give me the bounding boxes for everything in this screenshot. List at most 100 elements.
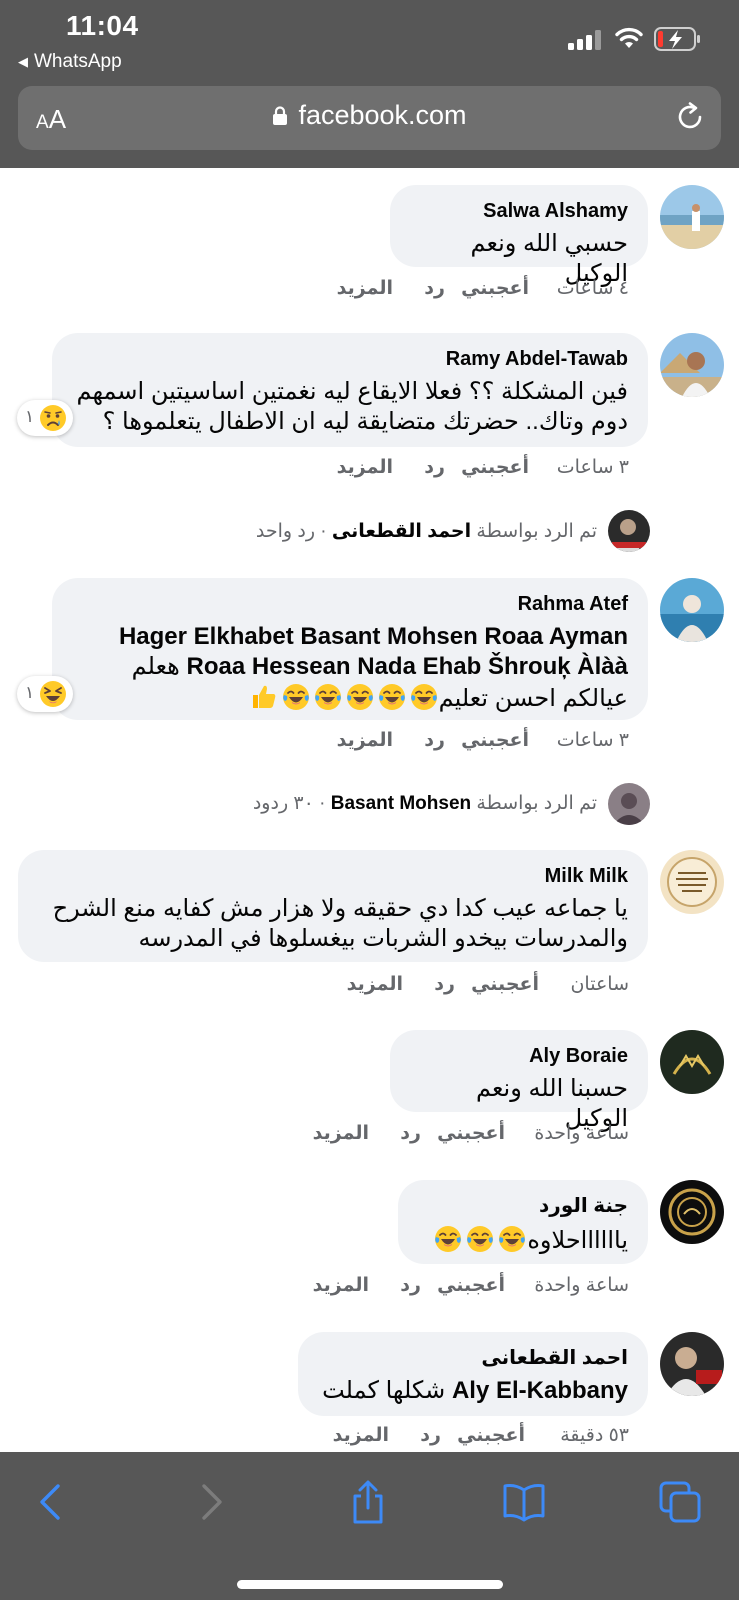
comment-text: يااااااحلاوه <box>527 1227 628 1254</box>
comment-author[interactable]: Aly Boraie <box>410 1044 628 1068</box>
laughing-crying-emoji-icon <box>313 682 343 712</box>
avatar[interactable] <box>660 1180 724 1244</box>
laughing-face-icon <box>38 679 68 709</box>
bookmarks-icon[interactable] <box>502 1480 546 1524</box>
battery-charging-icon <box>654 27 700 51</box>
avatar[interactable] <box>660 850 724 914</box>
avatar-photo-icon <box>660 185 724 249</box>
avatar-photo-icon <box>660 1180 724 1244</box>
back-to-app-link[interactable]: ◀ WhatsApp <box>18 51 122 73</box>
reload-icon[interactable] <box>675 102 705 132</box>
comment-time: ساعتان <box>570 974 629 995</box>
reply-author: احمد القطعانى <box>331 521 472 542</box>
comment-text-line: فين المشكلة ؟؟ فعلا الايقاع ليه نغمتين ا… <box>76 378 628 405</box>
share-icon[interactable] <box>346 1480 390 1524</box>
back-app-label: WhatsApp <box>34 51 122 72</box>
avatar[interactable] <box>660 333 724 397</box>
url-text: facebook.com <box>298 100 467 130</box>
comment-bubble: Rahma Atef Hager Elkhabet Basant Mohsen … <box>52 578 648 720</box>
reaction-count: ١ <box>25 683 35 702</box>
tagged-names[interactable]: Hager Elkhabet Basant Mohsen Roaa Ayman <box>72 622 628 652</box>
more-button[interactable]: المزيد <box>347 973 403 996</box>
comment-author[interactable]: Rahma Atef <box>72 592 628 616</box>
status-time: 11:04 <box>66 10 139 41</box>
comment-time: ٤ ساعات <box>556 278 629 299</box>
tagged-names[interactable]: Roaa Hessean Nada Ehab Šhrouķ Àlàà <box>187 653 629 680</box>
more-button[interactable]: المزيد <box>337 456 393 479</box>
laughing-crying-emoji-icon <box>345 682 375 712</box>
reply-button[interactable]: رد <box>424 729 445 752</box>
view-replies-link[interactable]: تم الرد بواسطة Basant Mohsen · ٣٠ ردود <box>253 792 597 815</box>
comment-bubble: Salwa Alshamy حسبي الله ونعم الوكيل <box>390 185 648 287</box>
laughing-crying-emoji-icon <box>281 682 311 712</box>
reply-count: · ٣٠ ردود <box>252 793 326 814</box>
laughing-crying-emoji-icon <box>433 1224 463 1254</box>
reply-button[interactable]: رد <box>424 456 445 479</box>
comment-actions: ٣ ساعات أعجبني رد المزيد <box>309 729 629 755</box>
comment-bubble: Ramy Abdel-Tawab فين المشكلة ؟؟ فعلا الا… <box>52 333 648 447</box>
reply-button[interactable]: رد <box>420 1424 441 1447</box>
address-bar[interactable]: AA facebook.com <box>18 86 721 150</box>
reply-avatar <box>608 510 650 552</box>
like-button[interactable]: أعجبني <box>461 729 529 752</box>
tabs-icon[interactable] <box>658 1480 702 1524</box>
comment-author[interactable]: Ramy Abdel-Tawab <box>72 347 628 371</box>
comment-actions: ساعة واحدة أعجبني رد المزيد <box>289 1274 629 1300</box>
like-button[interactable]: أعجبني <box>457 1424 525 1447</box>
reaction-badge[interactable]: ١ <box>17 676 73 712</box>
more-button[interactable]: المزيد <box>337 729 393 752</box>
comment-author[interactable]: جنة الورد <box>418 1194 628 1218</box>
tagged-name[interactable]: Aly El-Kabbany <box>452 1377 628 1404</box>
view-replies-link[interactable]: تم الرد بواسطة احمد القطعانى · رد واحد <box>256 520 597 543</box>
avatar[interactable] <box>660 578 724 642</box>
reply-count: · رد واحد <box>255 521 327 542</box>
like-button[interactable]: أعجبني <box>461 277 529 300</box>
like-button[interactable]: أعجبني <box>437 1122 505 1145</box>
like-button[interactable]: أعجبني <box>437 1274 505 1297</box>
reply-button[interactable]: رد <box>434 973 455 996</box>
comment-bubble: Aly Boraie حسبنا الله ونعم الوكيل <box>390 1030 648 1132</box>
comment-text: شكلها كملت <box>322 1377 446 1404</box>
comment-author[interactable]: Salwa Alshamy <box>410 199 628 223</box>
reply-avatar <box>608 783 650 825</box>
more-button[interactable]: المزيد <box>313 1274 369 1297</box>
comment-actions: ساعة واحدة أعجبني رد المزيد <box>289 1122 629 1148</box>
emoji-row <box>249 682 439 712</box>
wifi-icon <box>615 27 643 48</box>
more-button[interactable]: المزيد <box>337 277 393 300</box>
more-button[interactable]: المزيد <box>333 1424 389 1447</box>
laughing-crying-emoji-icon <box>409 682 439 712</box>
comment-actions: ٣ ساعات أعجبني رد المزيد <box>309 456 629 482</box>
avatar-photo-icon <box>660 578 724 642</box>
comment-time: ٣ ساعات <box>556 457 629 478</box>
comment-author[interactable]: احمد القطعانى <box>318 1346 628 1370</box>
like-button[interactable]: أعجبني <box>461 456 529 479</box>
comment-text-line: يا جماعه عيب كدا دي حقيقه ولا هزار مش كف… <box>52 895 628 922</box>
reply-button[interactable]: رد <box>400 1122 421 1145</box>
avatar-photo-icon <box>660 1030 724 1094</box>
browser-bottom-toolbar <box>0 1452 739 1600</box>
comment-author[interactable]: Milk Milk <box>38 864 628 888</box>
avatar[interactable] <box>660 1030 724 1094</box>
reply-button[interactable]: رد <box>424 277 445 300</box>
more-button[interactable]: المزيد <box>313 1122 369 1145</box>
emoji-row <box>433 1224 527 1254</box>
comment-time: ساعة واحدة <box>534 1123 629 1144</box>
comment-text-line: دوم وتاك.. حضرتك متضايقة ليه ان الاطفال … <box>102 408 628 435</box>
like-button[interactable]: أعجبني <box>471 973 539 996</box>
avatar[interactable] <box>660 1332 724 1396</box>
back-icon[interactable] <box>30 1480 74 1524</box>
comment-text-line: والمدرسات بيخدو الشربات بيغسلوها في المد… <box>138 925 628 952</box>
reply-author: Basant Mohsen <box>330 793 472 814</box>
reply-button[interactable]: رد <box>400 1274 421 1297</box>
reaction-badge[interactable]: ١ <box>17 400 73 436</box>
avatar[interactable] <box>660 185 724 249</box>
reaction-count: ١ <box>25 407 35 426</box>
forward-icon[interactable] <box>188 1480 232 1524</box>
thumbs-up-emoji-icon <box>249 682 279 712</box>
comment-actions: ٥٣ دقيقة أعجبني رد المزيد <box>309 1424 629 1450</box>
avatar-photo-icon <box>660 333 724 397</box>
home-indicator[interactable] <box>237 1580 503 1589</box>
laughing-crying-emoji-icon <box>465 1224 495 1254</box>
comment-actions: ساعتان أعجبني رد المزيد <box>309 973 629 999</box>
